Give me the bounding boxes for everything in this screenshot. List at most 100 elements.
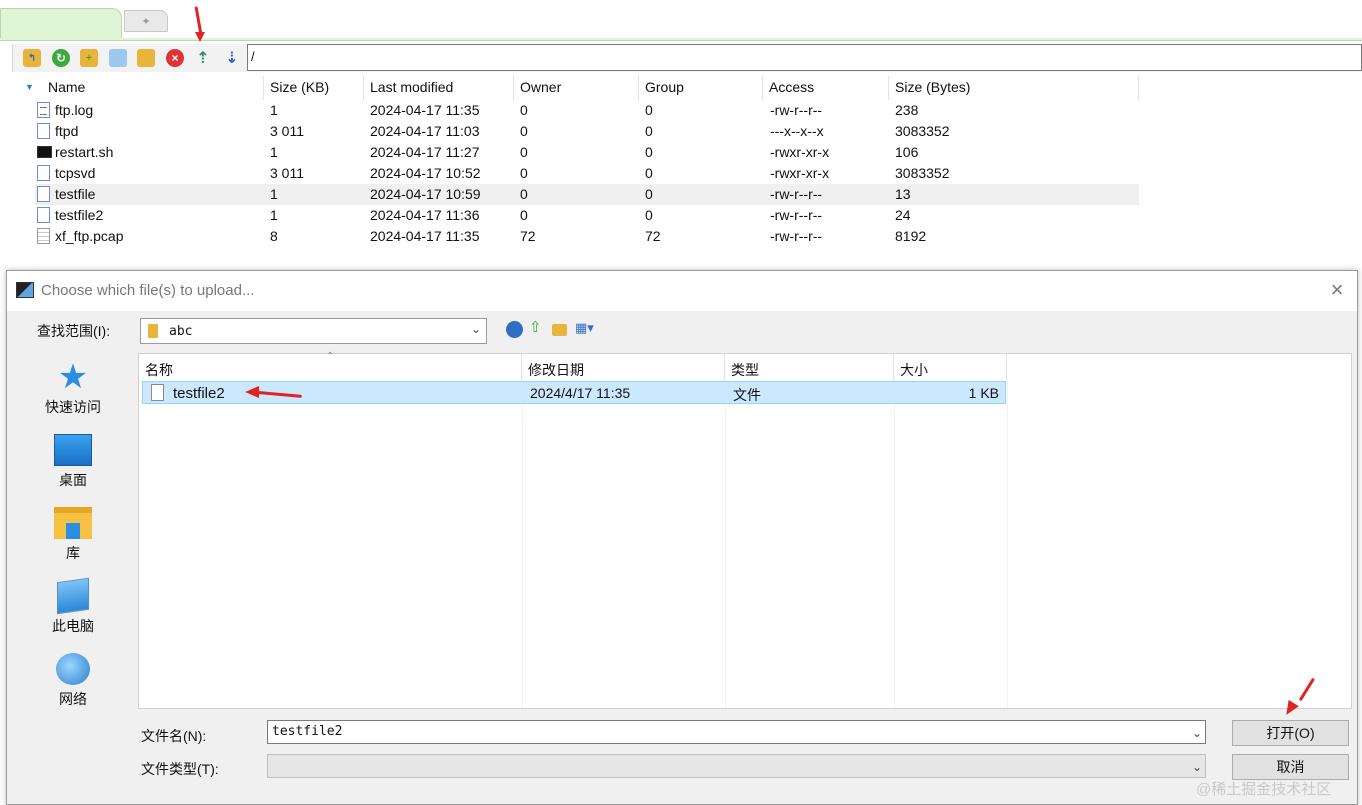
col-header-group[interactable]: Group bbox=[639, 76, 763, 100]
filename-input[interactable]: testfile2 bbox=[267, 720, 1206, 744]
place-label: 快速访问 bbox=[45, 399, 101, 415]
cell-access: -rw-r--r-- bbox=[770, 102, 823, 118]
cell-access: ---x--x--x bbox=[770, 123, 824, 139]
cell-size-kb: 1 bbox=[270, 207, 278, 223]
cell-bytes: 106 bbox=[895, 144, 919, 160]
file-icon bbox=[37, 102, 50, 118]
places-sidebar: ★ 快速访问 桌面 库 此电脑 网络 bbox=[7, 353, 138, 798]
cell-name: testfile2 bbox=[55, 207, 104, 223]
dialog-title: Choose which file(s) to upload... bbox=[41, 282, 255, 299]
local-file-list[interactable]: ⌃ 名称 修改日期 类型 大小 testfile2 2024/4/17 11:3… bbox=[138, 351, 1352, 709]
star-icon: ★ bbox=[57, 358, 89, 396]
place-libraries[interactable]: 库 bbox=[27, 507, 119, 563]
path-input[interactable]: / bbox=[247, 44, 1362, 71]
filetype-dropdown[interactable] bbox=[267, 754, 1206, 778]
file-icon bbox=[151, 384, 164, 401]
col-header-date[interactable]: 修改日期 bbox=[522, 354, 725, 380]
cell-bytes: 238 bbox=[895, 102, 919, 118]
cell-owner: 0 bbox=[520, 102, 528, 118]
open-folder-icon[interactable] bbox=[137, 49, 155, 67]
dialog-titlebar: Choose which file(s) to upload... × bbox=[7, 271, 1357, 311]
col-header-access[interactable]: Access bbox=[763, 76, 889, 100]
table-row[interactable]: ftpd 3 011 2024-04-17 11:03 0 0 ---x--x--x 308… bbox=[35, 121, 1139, 142]
new-folder-icon-2[interactable] bbox=[552, 324, 567, 336]
open-button[interactable]: 打开(O) bbox=[1232, 720, 1349, 746]
cell-owner: 0 bbox=[520, 144, 528, 160]
cell-modified: 2024-04-17 11:27 bbox=[370, 144, 480, 160]
place-this-pc[interactable]: 此电脑 bbox=[27, 577, 119, 636]
column-divider bbox=[522, 380, 523, 708]
cell-name: tcpsvd bbox=[55, 165, 96, 181]
table-row[interactable]: restart.sh 1 2024-04-17 11:27 0 0 -rwxr-xr-x 1… bbox=[35, 142, 1139, 163]
chevron-down-icon[interactable]: ⌄ bbox=[1192, 760, 1202, 774]
cell-modified: 2024-04-17 11:35 bbox=[370, 228, 480, 244]
cell-name: xf_ftp.pcap bbox=[55, 228, 124, 244]
col-header-name[interactable]: Name bbox=[42, 76, 264, 100]
col-header-size-bytes[interactable]: Size (Bytes) bbox=[889, 76, 1139, 100]
file-icon bbox=[37, 186, 50, 202]
cell-modified: 2024-04-17 11:36 bbox=[370, 207, 480, 223]
cell-bytes: 24 bbox=[895, 207, 911, 223]
lookin-dropdown[interactable]: abc ⌄ bbox=[140, 318, 487, 344]
cell-size-kb: 3 011 bbox=[270, 123, 304, 139]
place-label: 此电脑 bbox=[52, 618, 94, 634]
upload-icon[interactable]: ⇡ bbox=[194, 49, 212, 67]
up-folder-icon[interactable]: ⇧ bbox=[529, 318, 546, 336]
cell-size-kb: 1 bbox=[270, 186, 278, 202]
place-desktop[interactable]: 桌面 bbox=[27, 434, 119, 490]
refresh-icon[interactable]: ↻ bbox=[52, 49, 70, 67]
place-label: 库 bbox=[66, 545, 80, 561]
table-row[interactable]: testfile 1 2024-04-17 10:59 0 0 -rw-r--r-- 13 bbox=[35, 184, 1139, 205]
cell-owner: 0 bbox=[520, 165, 528, 181]
sort-expand-icon[interactable]: ▼ bbox=[25, 82, 34, 92]
col-header-filename[interactable]: 名称 bbox=[139, 354, 522, 380]
terminal-file-icon bbox=[37, 146, 52, 158]
plus-icon: ✦ bbox=[141, 15, 151, 28]
chevron-down-icon: ⌄ bbox=[471, 322, 482, 336]
chevron-down-icon[interactable]: ⌄ bbox=[1192, 726, 1202, 740]
close-icon[interactable]: × bbox=[1325, 279, 1349, 303]
delete-icon[interactable]: × bbox=[166, 49, 184, 67]
place-network[interactable]: 网络 bbox=[27, 653, 119, 709]
parent-folder-icon[interactable]: ↰ bbox=[23, 49, 41, 67]
column-divider bbox=[1007, 380, 1008, 708]
cell-modified: 2024-04-17 11:35 bbox=[370, 102, 480, 118]
cell-size-kb: 3 011 bbox=[270, 165, 304, 181]
table-row[interactable]: tcpsvd 3 011 2024-04-17 10:52 0 0 -rwxr-xr-x 3… bbox=[35, 163, 1139, 184]
download-icon[interactable]: ⇣ bbox=[223, 49, 241, 67]
cell-owner: 0 bbox=[520, 207, 528, 223]
cell-group: 0 bbox=[645, 123, 653, 139]
new-tab-button[interactable]: ✦ bbox=[124, 10, 168, 32]
back-icon[interactable] bbox=[506, 321, 523, 338]
col-header-owner[interactable]: Owner bbox=[514, 76, 639, 100]
new-file-icon[interactable] bbox=[109, 49, 127, 67]
cell-access: -rw-r--r-- bbox=[770, 186, 823, 202]
cell-name: restart.sh bbox=[55, 144, 114, 160]
cell-group: 0 bbox=[645, 207, 653, 223]
cell-modified: 2024-04-17 10:52 bbox=[370, 165, 481, 181]
library-icon bbox=[54, 507, 92, 539]
cancel-button[interactable]: 取消 bbox=[1232, 754, 1349, 780]
cell-group: 72 bbox=[645, 228, 661, 244]
view-menu-icon[interactable]: ▦▾ bbox=[575, 320, 603, 337]
col-header-last-modified[interactable]: Last modified bbox=[364, 76, 514, 100]
place-quick-access[interactable]: ★ 快速访问 bbox=[27, 358, 119, 417]
table-row[interactable]: ftp.log 1 2024-04-17 11:35 0 0 -rw-r--r-- 238 bbox=[35, 100, 1139, 121]
tab-session[interactable] bbox=[0, 8, 122, 40]
new-folder-icon[interactable]: + bbox=[80, 49, 98, 67]
col-header-size-kb[interactable]: Size (KB) bbox=[264, 76, 364, 100]
file-icon bbox=[37, 123, 50, 139]
table-row[interactable]: xf_ftp.pcap 8 2024-04-17 11:35 72 72 -rw-r--r… bbox=[35, 226, 1139, 247]
filename-label: 文件名(N): bbox=[141, 728, 207, 744]
col-header-size[interactable]: 大小 bbox=[894, 354, 1007, 380]
file-date: 2024/4/17 11:35 bbox=[530, 385, 631, 401]
computer-icon bbox=[57, 577, 89, 615]
cell-group: 0 bbox=[645, 144, 653, 160]
column-divider bbox=[894, 380, 895, 708]
remote-file-list[interactable]: ▼ Name Size (KB) Last modified Owner Gro… bbox=[12, 76, 1142, 248]
table-row[interactable]: testfile2 1 2024-04-17 11:36 0 0 -rw-r--r-- 24 bbox=[35, 205, 1139, 226]
col-header-type[interactable]: 类型 bbox=[725, 354, 894, 380]
lookin-label: 查找范围(I): bbox=[37, 323, 111, 339]
file-icon bbox=[37, 207, 50, 223]
cell-name: testfile bbox=[55, 186, 96, 202]
